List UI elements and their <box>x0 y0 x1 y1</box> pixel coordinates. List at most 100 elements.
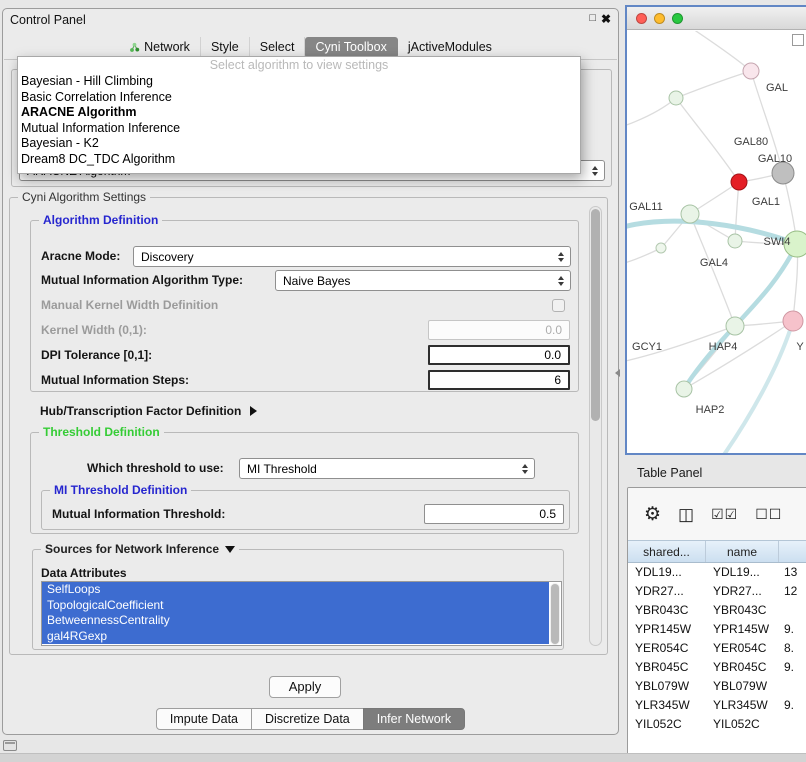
aracne-mode-select[interactable]: Discovery <box>133 246 571 267</box>
table-row[interactable]: YBR045CYBR045C9. <box>628 658 806 677</box>
table-row[interactable]: YLR345WYLR345W9. <box>628 696 806 715</box>
network-canvas[interactable]: GALGAL80GAL10GAL11GAL1SWI4GAL4GCY1HAP4YH… <box>627 31 806 453</box>
algorithm-definition-title: Algorithm Definition <box>39 213 162 227</box>
network-node[interactable] <box>743 63 759 79</box>
table-cell: YLR345W <box>706 696 779 715</box>
table-cell: YBR043C <box>706 601 779 620</box>
algorithm-option[interactable]: Bayesian - K2 <box>18 136 580 152</box>
manual-kernel-checkbox[interactable] <box>552 299 565 312</box>
dpi-tolerance-field[interactable]: 0.0 <box>428 345 570 365</box>
attribute-item[interactable]: SelfLoops <box>42 582 549 598</box>
settings-scrollbar[interactable] <box>589 206 602 646</box>
node-label: SWI4 <box>764 236 791 248</box>
algorithm-option[interactable]: Basic Correlation Inference <box>18 90 580 106</box>
tab-style[interactable]: Style <box>201 37 250 58</box>
network-edge[interactable] <box>735 182 739 241</box>
table-row[interactable]: YDL19...YDL19...13 <box>628 563 806 582</box>
network-node[interactable] <box>676 381 692 397</box>
mi-type-select[interactable]: Naive Bayes <box>275 270 571 291</box>
algorithm-option[interactable]: Bayesian - Hill Climbing <box>18 74 580 90</box>
dock-panel-icon[interactable] <box>3 740 17 751</box>
algorithm-definition-group: Algorithm Definition Aracne Mode: Discov… <box>30 220 579 392</box>
table-cell: YLR345W <box>628 696 706 715</box>
tab-select[interactable]: Select <box>250 37 306 58</box>
attribute-item[interactable]: gal4RGexp <box>42 629 549 645</box>
algorithm-option[interactable]: ARACNE Algorithm <box>18 105 580 121</box>
tab-label: Cyni Toolbox <box>315 40 386 54</box>
select-all-icon[interactable]: ☑☑ <box>711 507 738 521</box>
network-edge[interactable] <box>687 31 751 71</box>
kernel-width-field[interactable]: 0.0 <box>428 320 570 340</box>
attribute-item[interactable]: BetweennessCentrality <box>42 613 549 629</box>
column-header[interactable]: name <box>706 541 779 562</box>
network-node[interactable] <box>728 234 742 248</box>
table-row[interactable]: YDR27...YDR27...12 <box>628 582 806 601</box>
tab-label: Style <box>211 40 239 54</box>
mi-type-label: Mutual Information Algorithm Type: <box>41 270 243 290</box>
table-cell: YPR145W <box>628 620 706 639</box>
list-scrollbar[interactable] <box>550 583 560 645</box>
float-window-icon[interactable]: □ <box>589 12 596 24</box>
apply-button[interactable]: Apply <box>269 676 341 698</box>
column-header[interactable]: shared... <box>628 541 706 562</box>
network-node[interactable] <box>681 205 699 223</box>
network-edge[interactable] <box>676 98 739 182</box>
minimize-light[interactable] <box>654 13 665 24</box>
table-row[interactable]: YBR043CYBR043C <box>628 601 806 620</box>
bottom-tab-infer-network[interactable]: Infer Network <box>363 708 465 730</box>
attribute-item[interactable]: TopologicalCoefficient <box>42 598 549 614</box>
algorithm-option[interactable]: Mutual Information Inference <box>18 121 580 137</box>
network-edge[interactable] <box>627 98 676 127</box>
gear-icon[interactable]: ⚙ <box>644 505 661 524</box>
table-cell: 9. <box>779 658 806 677</box>
network-edge[interactable] <box>676 71 751 98</box>
table-row[interactable]: YER054CYER054C8. <box>628 639 806 658</box>
node-label: GAL4 <box>700 257 728 269</box>
window-title: Control Panel <box>10 13 86 27</box>
hub-definition-expander[interactable]: Hub/Transcription Factor Definition <box>40 401 257 421</box>
table-cell <box>779 601 806 620</box>
column-header[interactable] <box>779 541 806 562</box>
threshold-type-select[interactable]: MI Threshold <box>239 458 535 479</box>
algorithm-option[interactable]: Dream8 DC_TDC Algorithm <box>18 152 580 168</box>
network-node[interactable] <box>772 162 794 184</box>
network-edge[interactable] <box>627 248 661 264</box>
network-node[interactable] <box>669 91 683 105</box>
deselect-all-icon[interactable]: ☐☐ <box>755 507 782 521</box>
scrollbar-corner-box[interactable] <box>792 34 804 46</box>
scrollbar-thumb[interactable] <box>591 209 600 421</box>
network-edge[interactable] <box>690 214 735 326</box>
settings-group-title: Cyni Algorithm Settings <box>18 190 150 204</box>
splitter-collapse-arrow[interactable] <box>615 369 620 377</box>
close-window-icon[interactable]: ✖ <box>601 12 611 26</box>
table-row[interactable]: YIL052CYIL052C <box>628 715 806 734</box>
cyni-settings-group: Cyni Algorithm Settings Algorithm Defini… <box>9 197 608 655</box>
scrollbar-thumb[interactable] <box>551 584 559 644</box>
mi-threshold-field[interactable]: 0.5 <box>424 504 564 524</box>
tab-cyni-toolbox[interactable]: Cyni Toolbox <box>305 37 397 58</box>
node-label: HAP2 <box>696 404 725 416</box>
control-panel-titlebar[interactable]: Control Panel □ ✖ <box>3 9 618 31</box>
table-row[interactable]: YPR145WYPR145W9. <box>628 620 806 639</box>
network-node[interactable] <box>726 317 744 335</box>
tab-network[interactable]: Network <box>119 37 201 58</box>
which-threshold-label: Which threshold to use: <box>87 458 224 478</box>
table-row[interactable]: YBL079WYBL079W <box>628 677 806 696</box>
bottom-tab-discretize-data[interactable]: Discretize Data <box>251 708 364 730</box>
columns-icon[interactable]: ◫ <box>678 506 694 523</box>
network-graph: GALGAL80GAL10GAL11GAL1SWI4GAL4GCY1HAP4YH… <box>627 31 806 455</box>
network-node[interactable] <box>731 174 747 190</box>
network-node[interactable] <box>656 243 666 253</box>
close-light[interactable] <box>636 13 647 24</box>
network-window-titlebar[interactable] <box>627 7 806 30</box>
combo-value: MI Threshold <box>247 462 517 476</box>
tab-jactivemodules[interactable]: jActiveModules <box>398 37 502 58</box>
bottom-tab-impute-data[interactable]: Impute Data <box>156 708 252 730</box>
mi-steps-field[interactable]: 6 <box>428 370 570 390</box>
network-node[interactable] <box>783 311 803 331</box>
mi-threshold-group: MI Threshold Definition Mutual Informati… <box>41 490 570 530</box>
sources-group-title[interactable]: Sources for Network Inference <box>41 542 239 556</box>
table-cell: 13 <box>779 563 806 582</box>
sources-title-text: Sources for Network Inference <box>45 542 219 556</box>
zoom-light[interactable] <box>672 13 683 24</box>
